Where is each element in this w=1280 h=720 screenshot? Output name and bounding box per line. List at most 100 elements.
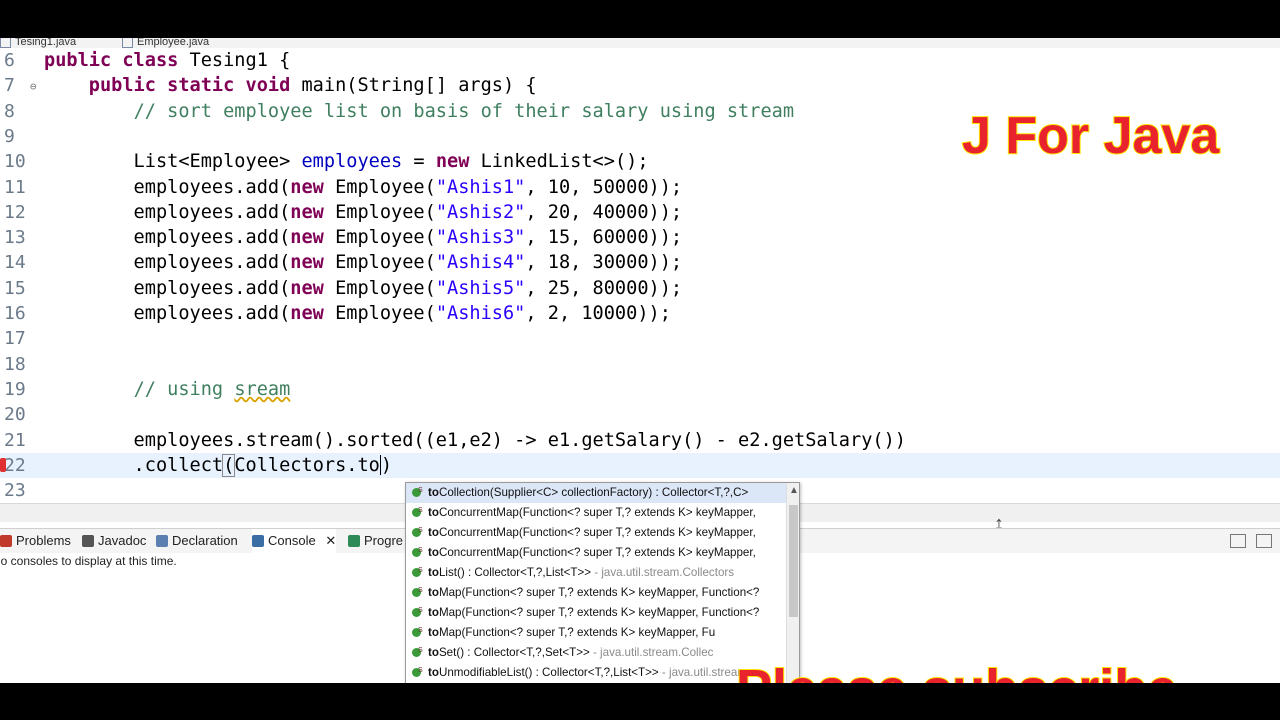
- completion-item[interactable]: toMap(Function<? super T,? extends K> ke…: [406, 601, 786, 623]
- code-text: employees.add(new Employee("Ashis6", 2, …: [44, 301, 671, 326]
- code-line[interactable]: 15 employees.add(new Employee("Ashis5", …: [0, 276, 1280, 301]
- static-method-icon: [412, 541, 423, 561]
- code-text: employees.add(new Employee("Ashis2", 20,…: [44, 200, 683, 225]
- code-token: .collect: [44, 454, 224, 476]
- completion-text: toSet() : Collector<T,?,Set<T>> - java.u…: [428, 643, 713, 663]
- completion-text: toMap(Function<? super T,? extends K> ke…: [428, 603, 759, 623]
- code-token: new: [290, 227, 336, 249]
- code-text: employees.stream().sorted((e1,e2) -> e1.…: [44, 428, 906, 453]
- code-line[interactable]: 19 // using sream: [0, 377, 1280, 402]
- fold-icon[interactable]: ⊖: [30, 74, 37, 99]
- completion-prefix: to: [428, 566, 439, 579]
- code-line[interactable]: 16 employees.add(new Employee("Ashis6", …: [0, 301, 1280, 326]
- completion-qualifier: - java.util.stream.Collectors: [594, 566, 735, 579]
- code-token: Collectors.to: [234, 454, 380, 476]
- scroll-up-icon[interactable]: ▲: [789, 485, 799, 496]
- code-token: , 15, 60000));: [525, 227, 683, 249]
- code-token: public class: [44, 50, 190, 71]
- tab-tesing1[interactable]: Tesing1.java: [0, 38, 76, 48]
- completion-prefix: to: [428, 586, 439, 599]
- declaration-icon: [156, 535, 168, 547]
- completion-signature: Map(Function<? super T,? extends K> keyM…: [438, 606, 760, 619]
- popup-scrollbar[interactable]: ▲: [786, 483, 799, 683]
- code-line[interactable]: 7 ⊖ public static void main(String[] args…: [0, 73, 1280, 98]
- code-token: "Ashis6": [435, 303, 526, 324]
- code-line[interactable]: 20: [0, 402, 1280, 427]
- completion-text: toConcurrentMap(Function<? super T,? ext…: [428, 523, 756, 543]
- code-token: LinkedList<>();: [480, 151, 649, 173]
- code-line[interactable]: 14 employees.add(new Employee("Ashis4", …: [0, 250, 1280, 275]
- completion-text: toUnmodifiableList() : Collector<T,?,Lis…: [428, 663, 747, 683]
- content-assist-popup[interactable]: toUnmodifiableList() : Collector<T,?,Lis…: [405, 482, 800, 683]
- line-number: 12: [4, 201, 26, 223]
- tab-progre[interactable]: Progre: [348, 529, 403, 553]
- completion-item[interactable]: toSet() : Collector<T,?,Set<T>> - java.u…: [406, 641, 786, 663]
- tab-employee[interactable]: Employee.java: [122, 38, 209, 48]
- code-text: employees.add(new Employee("Ashis5", 25,…: [44, 276, 683, 301]
- code-text: // sort employee list on basis of their …: [44, 99, 794, 124]
- tab-problems[interactable]: Problems: [0, 529, 71, 553]
- completion-item[interactable]: toConcurrentMap(Function<? super T,? ext…: [406, 501, 786, 523]
- line-number: 23: [4, 480, 26, 502]
- completion-signature: Collection(Supplier<C> collectionFactory…: [438, 486, 749, 499]
- completion-item[interactable]: toConcurrentMap(Function<? super T,? ext…: [406, 521, 786, 543]
- code-token: , 10, 50000));: [525, 176, 683, 198]
- code-token: new: [435, 151, 481, 173]
- close-icon[interactable]: ✕: [322, 533, 336, 548]
- tab-javadoc[interactable]: Javadoc: [82, 529, 146, 553]
- code-text: // using sream: [44, 377, 291, 402]
- tab-declaration[interactable]: Declaration: [156, 529, 238, 553]
- completion-item[interactable]: toMap(Function<? super T,? extends K> ke…: [406, 581, 786, 603]
- problems-icon: [0, 535, 12, 547]
- static-method-icon: [412, 561, 423, 581]
- line-number: 6: [4, 50, 15, 71]
- line-number: 16: [4, 303, 26, 324]
- popup-scroll-thumb[interactable]: [789, 505, 798, 617]
- completion-text: toCollection(Supplier<C> collectionFacto…: [428, 483, 748, 503]
- static-method-icon: [412, 641, 423, 661]
- code-line[interactable]: 21 employees.stream().sorted((e1,e2) -> …: [0, 428, 1280, 453]
- line-number: 8: [4, 100, 15, 122]
- completion-prefix: to: [428, 666, 439, 679]
- code-line[interactable]: 11 employees.add(new Employee("Ashis1", …: [0, 175, 1280, 200]
- code-line[interactable]: 22 .collect(Collectors.to): [0, 452, 1280, 478]
- completion-item[interactable]: toUnmodifiableList() : Collector<T,?,Lis…: [406, 661, 786, 683]
- view-tab-label: Progre: [364, 533, 404, 548]
- code-token: , 25, 80000));: [525, 277, 683, 299]
- completion-item[interactable]: toCollection(Supplier<C> collectionFacto…: [406, 483, 786, 503]
- code-token: public static void: [88, 75, 302, 97]
- completion-text: toList() : Collector<T,?,List<T>> - java…: [428, 563, 734, 583]
- code-token: ): [380, 454, 393, 476]
- code-token: employees.add(: [44, 176, 291, 198]
- code-token: "Ashis2": [435, 201, 526, 223]
- line-number: 21: [4, 429, 26, 451]
- tab-console[interactable]: Console ✕: [252, 529, 337, 553]
- letterbox-top: [0, 0, 1280, 38]
- maximize-view-icon[interactable]: [1256, 534, 1272, 548]
- completion-item[interactable]: toMap(Function<? super T,? extends K> ke…: [406, 621, 786, 643]
- code-token: employees.add(: [44, 227, 291, 249]
- completion-item[interactable]: toList() : Collector<T,?,List<T>> - java…: [406, 561, 786, 583]
- code-token: , 20, 40000));: [525, 201, 683, 223]
- error-marker-icon[interactable]: [0, 457, 6, 472]
- code-line[interactable]: 13 employees.add(new Employee("Ashis3", …: [0, 225, 1280, 250]
- code-line[interactable]: 6 public class Tesing1 {: [0, 48, 1280, 73]
- code-line[interactable]: 18: [0, 352, 1280, 377]
- code-token: , 2, 10000));: [525, 303, 671, 324]
- code-line[interactable]: 17: [0, 326, 1280, 351]
- letterbox-bottom: [0, 683, 1280, 720]
- completion-text: toMap(Function<? super T,? extends K> ke…: [428, 583, 759, 603]
- code-token: employees.add(: [44, 277, 291, 299]
- code-line[interactable]: 12 employees.add(new Employee("Ashis2", …: [0, 200, 1280, 225]
- line-number: 22: [4, 454, 26, 476]
- static-method-icon: [412, 601, 423, 621]
- completion-qualifier: - java.util.stream.Collec: [592, 646, 714, 659]
- completion-item[interactable]: toConcurrentMap(Function<? super T,? ext…: [406, 541, 786, 563]
- code-token: "Ashis3": [435, 227, 526, 249]
- minimize-view-icon[interactable]: [1230, 534, 1246, 548]
- completion-text: toConcurrentMap(Function<? super T,? ext…: [428, 543, 756, 563]
- code-token: new: [290, 201, 336, 223]
- completion-signature: ConcurrentMap(Function<? super T,? exten…: [438, 526, 756, 539]
- static-method-icon: [412, 501, 423, 521]
